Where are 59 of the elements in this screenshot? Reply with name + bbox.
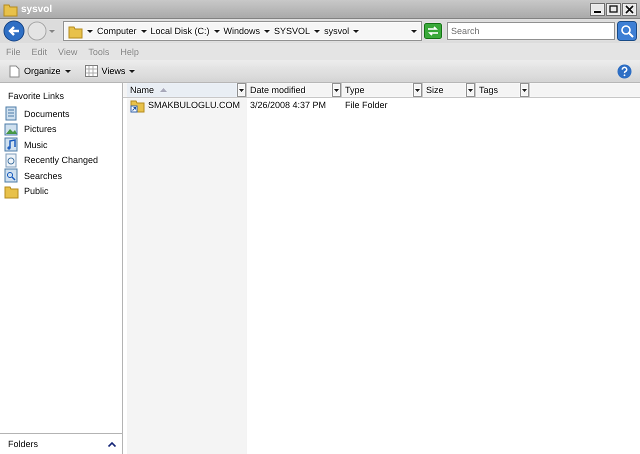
folder-icon (68, 24, 83, 38)
sort-arrow-icon (160, 88, 168, 92)
views-button[interactable]: Views (82, 63, 138, 79)
sidebar-item[interactable]: Music (4, 137, 122, 152)
column-label: Date modified (250, 85, 306, 95)
breadcrumb-item[interactable]: Local Disk (C:) (150, 26, 210, 36)
documents-icon (4, 106, 19, 122)
caret-icon (87, 30, 93, 32)
table-cell: 3/26/2008 4:37 PM (250, 100, 326, 110)
section-title: Favorite Links (7, 91, 66, 103)
column-header[interactable]: Size (423, 83, 476, 97)
caret-icon (140, 30, 147, 32)
window-title: sysvol (21, 4, 54, 14)
search-button[interactable] (617, 21, 637, 41)
page-icon (9, 64, 20, 78)
column-header[interactable]: Date modified (247, 83, 342, 97)
dropdown-caret-icon (411, 30, 417, 32)
dropdown-caret-icon (49, 30, 55, 32)
address-bar[interactable]: Computer Local Disk (C:) Windows SYSVOL sysvol (63, 21, 422, 41)
column-label: Name (130, 85, 154, 95)
caret-icon (214, 30, 220, 32)
breadcrumb-item[interactable]: SYSVOL (274, 26, 310, 36)
clock-page-icon (4, 152, 19, 168)
search-field[interactable]: Search (447, 22, 615, 40)
sidebar-item[interactable]: Searches (4, 168, 122, 184)
table-cell: File Folder (345, 100, 388, 110)
caret-icon (264, 30, 270, 32)
caret-icon (353, 30, 360, 32)
sidebar-item[interactable]: Public (4, 184, 122, 199)
caret-icon (64, 70, 71, 72)
sidebar-item[interactable]: Pictures (4, 122, 122, 137)
column-label: Type (345, 85, 365, 95)
pictures-icon (4, 122, 19, 137)
close-button[interactable] (622, 2, 637, 16)
search-folder-icon (4, 168, 19, 184)
breadcrumb-item[interactable]: Windows (224, 26, 260, 36)
back-button[interactable] (3, 20, 25, 42)
caret-icon (314, 30, 320, 32)
column-header[interactable]: Name (127, 83, 247, 97)
breadcrumb-item[interactable]: sysvol (324, 26, 350, 36)
music-icon (4, 137, 19, 152)
folder-entry[interactable]: SMAKBULOGLU.COM (130, 98, 240, 112)
organize-button[interactable]: Organize (6, 62, 74, 80)
folder-icon (4, 184, 19, 199)
column-label: Size (426, 85, 444, 95)
column-label: Tags (479, 85, 498, 95)
column-header[interactable]: Tags (476, 83, 530, 97)
caret-icon (129, 70, 136, 72)
help-icon (617, 64, 632, 78)
breadcrumb-item[interactable]: Computer (97, 26, 137, 36)
column-header[interactable]: Type (342, 83, 423, 97)
minimize-button[interactable] (590, 2, 605, 16)
sidebar-item[interactable]: Documents (4, 106, 122, 122)
refresh-button[interactable] (424, 23, 442, 39)
folder-icon (3, 2, 18, 16)
sidebar-item[interactable]: Recently Changed (4, 152, 122, 168)
chevron-up-icon (108, 442, 116, 446)
grid-icon (84, 65, 98, 77)
maximize-button[interactable] (606, 2, 621, 16)
